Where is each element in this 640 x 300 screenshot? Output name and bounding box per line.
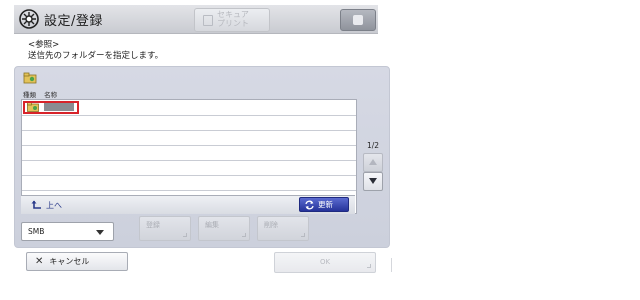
edit-label: 編集 — [205, 221, 219, 229]
cancel-label: キャンセル — [49, 257, 90, 266]
list-item[interactable] — [22, 175, 356, 191]
list-item[interactable] — [22, 160, 356, 176]
register-button[interactable]: 登録 — [139, 216, 191, 241]
refresh-icon — [305, 200, 314, 209]
secure-print-button[interactable]: セキュア プリント — [194, 8, 270, 32]
column-header-name: 名称 — [44, 91, 58, 99]
triangle-up-icon — [369, 159, 377, 165]
triangle-down-icon — [369, 178, 377, 184]
corner-mark — [242, 233, 246, 237]
divider — [391, 258, 392, 272]
chevron-down-icon — [96, 230, 104, 235]
list-item[interactable] — [22, 130, 356, 146]
refresh-label: 更新 — [318, 200, 333, 209]
page-indicator: 1/2 — [367, 141, 380, 150]
close-icon: ✕ — [35, 256, 44, 267]
corner-mark — [301, 233, 305, 237]
menu-button[interactable] — [340, 9, 376, 31]
ok-label: OK — [319, 258, 331, 266]
settings-register-icon — [19, 9, 39, 29]
folder-browser-panel: 種類 名称 上へ 更新 1/2 SMB 登録 編集 削除 — [14, 66, 390, 248]
corner-mark — [367, 264, 371, 268]
corner-mark — [183, 233, 187, 237]
refresh-button[interactable]: 更新 — [299, 197, 349, 212]
up-label: 上へ — [46, 200, 62, 210]
ok-button[interactable]: OK — [274, 252, 376, 273]
column-header-type: 種類 — [23, 91, 36, 99]
cancel-button[interactable]: ✕ キャンセル — [26, 252, 128, 271]
column-headers: 種類 名称 — [23, 89, 63, 99]
scroll-up-button[interactable] — [363, 153, 383, 172]
protocol-value: SMB — [28, 227, 45, 236]
register-label: 登録 — [146, 221, 160, 229]
protocol-select[interactable]: SMB — [21, 222, 114, 241]
list-item[interactable] — [22, 145, 356, 161]
list-item[interactable] — [22, 115, 356, 131]
edit-button[interactable]: 編集 — [198, 216, 250, 241]
title-bar: 設定/登録 セキュア プリント — [14, 5, 378, 34]
list-footer: 上へ 更新 — [21, 195, 355, 214]
delete-button[interactable]: 削除 — [257, 216, 309, 241]
list-item[interactable] — [22, 100, 356, 116]
delete-label: 削除 — [264, 221, 278, 229]
lock-icon — [203, 15, 213, 26]
network-folder-icon — [23, 72, 37, 84]
screen: 設定/登録 セキュア プリント <参照> 送信先のフォルダーを指定します。 種類… — [0, 0, 390, 300]
menu-icon — [353, 15, 363, 25]
page-title: 設定/登録 — [44, 14, 103, 29]
selection-highlight — [23, 101, 79, 114]
up-button[interactable]: 上へ — [31, 199, 62, 211]
up-arrow-icon — [31, 200, 41, 209]
instruction-text: 送信先のフォルダーを指定します。 — [28, 51, 164, 61]
scroll-down-button[interactable] — [363, 172, 383, 191]
secure-print-label: セキュア プリント — [217, 10, 249, 28]
